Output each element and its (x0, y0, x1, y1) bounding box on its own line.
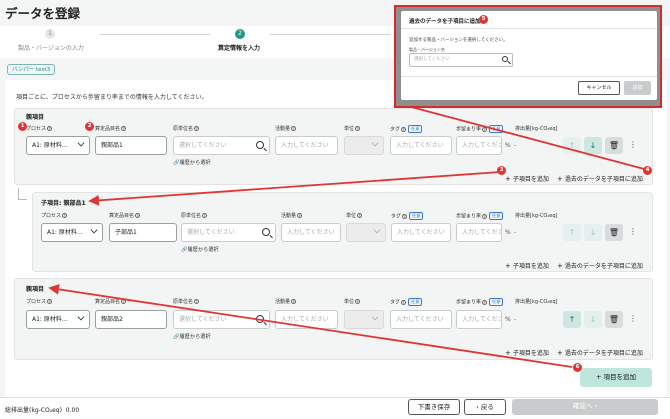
modal-description: 追加する製品・バージョンを選択してください。 (409, 38, 508, 43)
modal-divider (401, 28, 657, 29)
arrow-6 (48, 284, 573, 368)
search-icon[interactable] (502, 56, 508, 62)
modal-add-button[interactable]: 追加 (624, 81, 651, 95)
modal-divider (401, 76, 657, 77)
marker-4: 4 (643, 166, 652, 175)
marker-1: 1 (18, 122, 27, 131)
modal-title: 過去のデータを子項目に追加 (409, 19, 481, 25)
marker-2: 2 (85, 122, 94, 131)
marker-3: 3 (497, 166, 506, 175)
marker-5: 5 (479, 15, 488, 24)
product-version-select[interactable]: 選択してください (409, 53, 513, 67)
app-root: データを登録 1 製品・バージョンの入力 2 算定情報を入力 バンパー test… (0, 0, 670, 419)
arrow-4 (399, 103, 649, 171)
marker-6: 6 (573, 363, 582, 372)
add-past-data-modal: 過去のデータを子項目に追加 5 追加する製品・バージョンを選択してください。 製… (401, 11, 657, 100)
modal-cancel-button[interactable]: キャンセル (578, 81, 620, 95)
arrow-3 (88, 171, 501, 206)
